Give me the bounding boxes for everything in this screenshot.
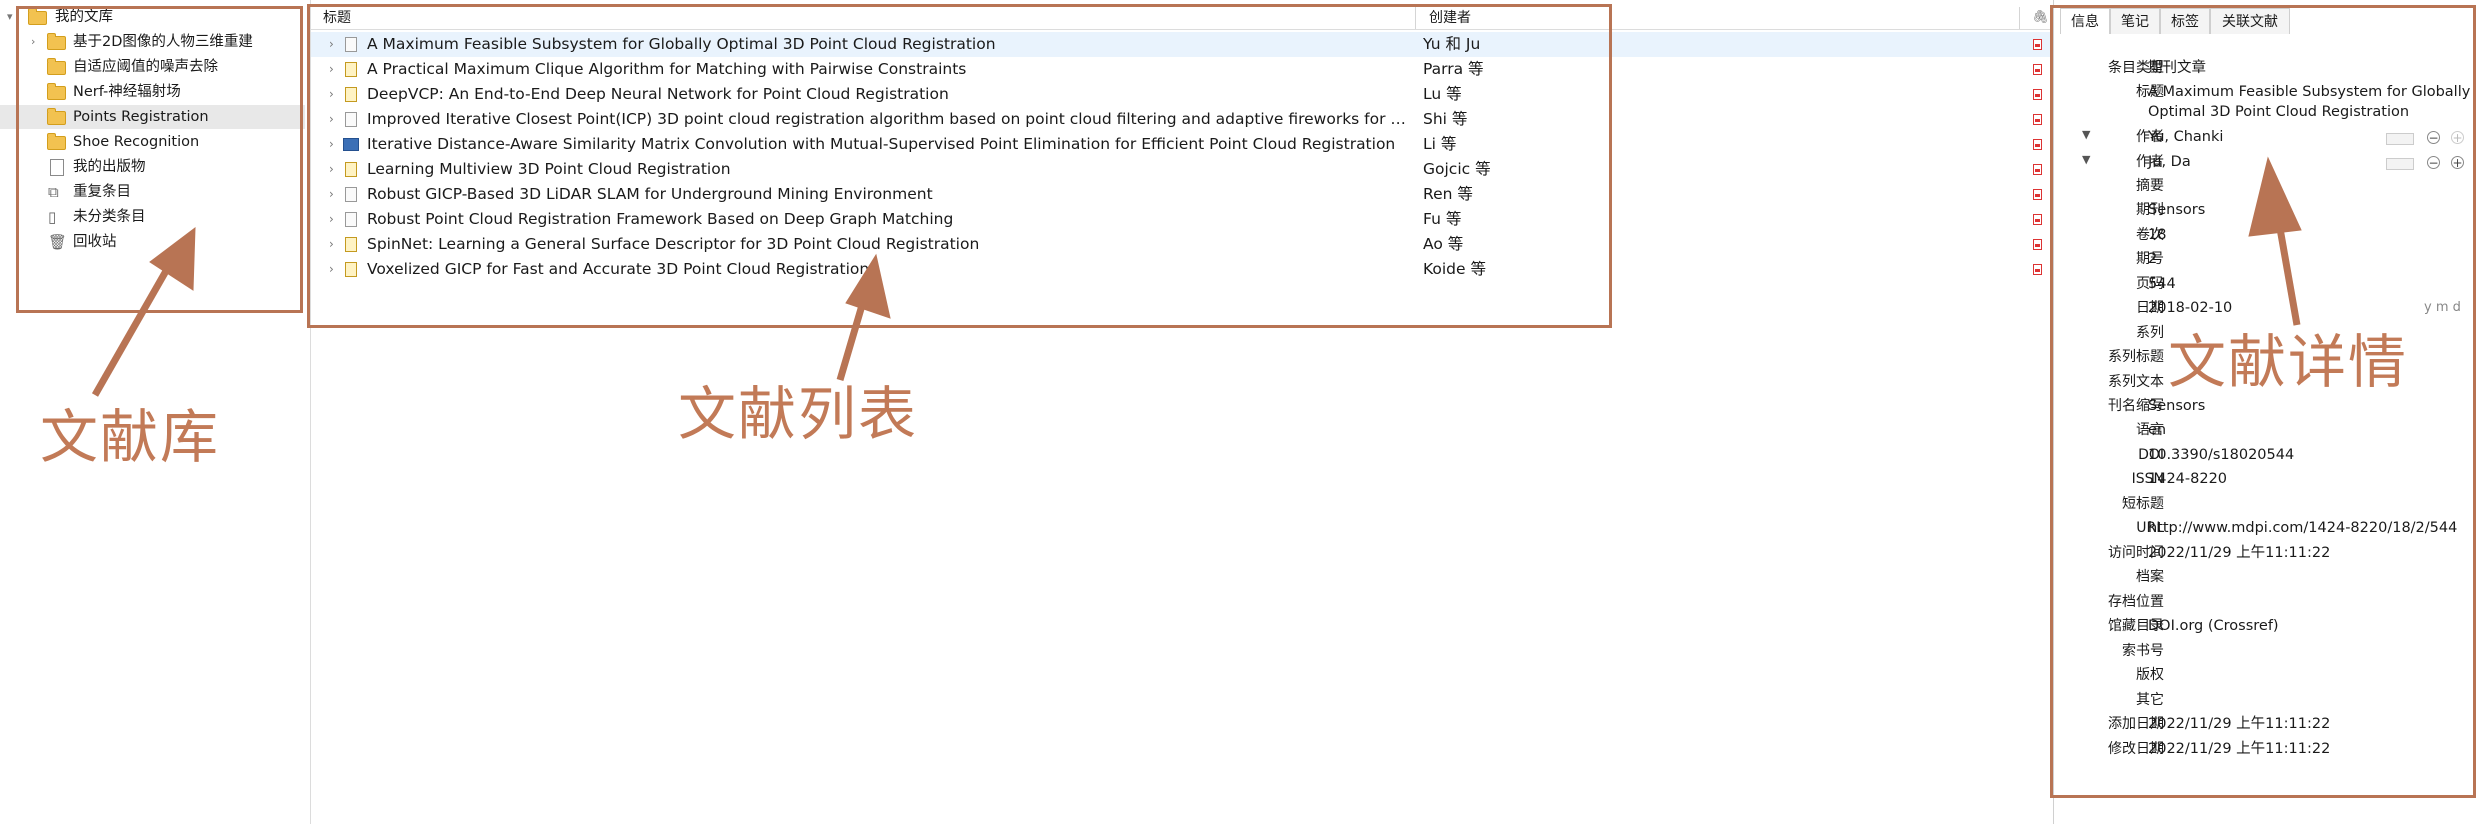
details-arrowhead [2248, 156, 2302, 237]
details-annotation-label: 文献详情 [2168, 328, 2409, 396]
list-arrowhead [845, 253, 891, 319]
annotation-arrows [91, 156, 2302, 397]
library-annotation-label: 文献库 [40, 403, 221, 471]
list-annotation-label: 文献列表 [678, 380, 919, 448]
